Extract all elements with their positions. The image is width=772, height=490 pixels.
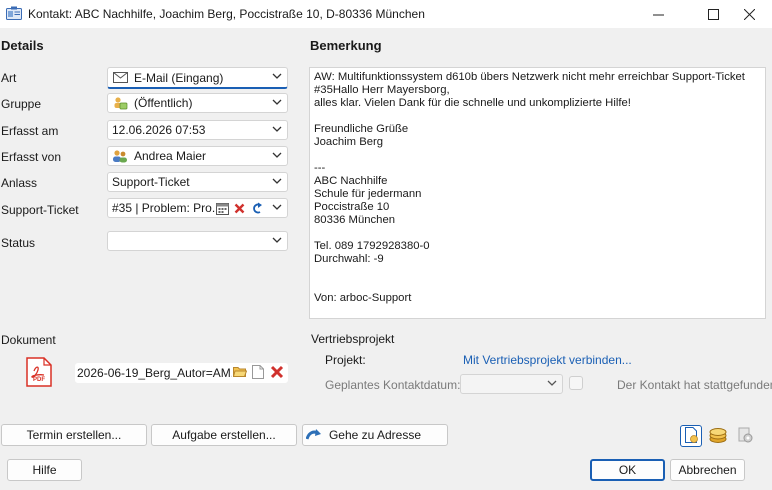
gehe-zu-adresse-label: Gehe zu Adresse bbox=[328, 428, 422, 442]
contact-card-icon bbox=[6, 6, 22, 20]
details-heading: Details bbox=[1, 38, 44, 53]
dokument-label: Dokument bbox=[1, 333, 56, 347]
new-note-button[interactable] bbox=[680, 425, 702, 447]
erfasst-am-date-picker[interactable]: 12.06.2026 07:53 bbox=[107, 120, 288, 140]
title-bar: Kontakt: ABC Nachhilfe, Joachim Berg, Po… bbox=[0, 0, 772, 28]
new-note-icon bbox=[683, 426, 699, 446]
projekt-link[interactable]: Mit Vertriebsprojekt verbinden... bbox=[463, 353, 632, 367]
erfasst-von-label: Erfasst von bbox=[1, 150, 62, 164]
support-ticket-select[interactable]: #35 | Problem: Pro... bbox=[107, 198, 288, 218]
anlass-label: Anlass bbox=[1, 176, 38, 190]
minimize-button[interactable] bbox=[635, 0, 681, 28]
kontaktdatum-date-picker[interactable] bbox=[460, 374, 563, 394]
aufgabe-erstellen-button[interactable]: Aufgabe erstellen... bbox=[151, 424, 297, 446]
termin-erstellen-button[interactable]: Termin erstellen... bbox=[1, 424, 147, 446]
stattgefunden-checkbox[interactable] bbox=[569, 376, 583, 390]
window-title: Kontakt: ABC Nachhilfe, Joachim Berg, Po… bbox=[28, 7, 425, 21]
chevron-down-icon bbox=[272, 202, 282, 215]
support-ticket-value: #35 | Problem: Pro... bbox=[112, 201, 216, 215]
erfasst-von-value: Andrea Maier bbox=[134, 149, 207, 163]
folder-open-icon[interactable] bbox=[232, 365, 248, 381]
status-select[interactable] bbox=[107, 231, 288, 251]
chevron-down-icon bbox=[272, 235, 282, 248]
pdf-badge: PDF bbox=[33, 377, 45, 383]
art-select[interactable]: E-Mail (Eingang) bbox=[107, 67, 288, 89]
remove-document-icon[interactable] bbox=[270, 365, 284, 382]
coins-button[interactable] bbox=[707, 425, 729, 447]
art-label: Art bbox=[1, 71, 17, 85]
erfasst-am-value: 12.06.2026 07:53 bbox=[112, 123, 206, 137]
erfasst-von-select[interactable]: Andrea Maier bbox=[107, 146, 288, 166]
gruppe-label: Gruppe bbox=[1, 97, 42, 111]
art-value: E-Mail (Eingang) bbox=[134, 70, 224, 85]
anlass-select[interactable]: Support-Ticket bbox=[107, 172, 288, 192]
projekt-label: Projekt: bbox=[325, 353, 366, 367]
bemerkung-textarea[interactable]: AW: Multifunktionssystem d610b übers Net… bbox=[309, 67, 766, 319]
hilfe-button[interactable]: Hilfe bbox=[7, 459, 82, 481]
chevron-down-icon bbox=[272, 124, 282, 137]
abbrechen-button[interactable]: Abbrechen bbox=[670, 459, 745, 481]
jump-to-icon[interactable] bbox=[251, 202, 263, 217]
chevron-down-icon bbox=[547, 378, 557, 391]
kontaktdatum-label: Geplantes Kontaktdatum: bbox=[325, 378, 461, 392]
dokument-filename: 2026-06-19_Berg_Autor=AM.pdf bbox=[77, 366, 232, 380]
delete-icon[interactable] bbox=[234, 203, 245, 217]
gruppe-select[interactable]: (Öffentlich) bbox=[107, 93, 288, 113]
chevron-down-icon bbox=[272, 150, 282, 163]
support-ticket-label: Support-Ticket bbox=[1, 203, 79, 217]
group-icon bbox=[112, 96, 128, 110]
gear-icon bbox=[736, 426, 754, 447]
bemerkung-heading: Bemerkung bbox=[310, 38, 382, 53]
envelope-icon bbox=[112, 71, 128, 85]
chevron-down-icon bbox=[272, 71, 282, 84]
goto-arrow-icon bbox=[305, 428, 322, 445]
new-document-icon[interactable] bbox=[252, 365, 264, 382]
erfasst-am-label: Erfasst am bbox=[1, 124, 59, 138]
calendar-icon[interactable] bbox=[216, 202, 229, 217]
status-label: Status bbox=[1, 236, 36, 250]
coins-icon bbox=[708, 426, 728, 447]
pdf-icon[interactable]: PDF bbox=[26, 357, 52, 387]
settings-button[interactable] bbox=[734, 425, 756, 447]
users-icon bbox=[112, 149, 128, 163]
stattgefunden-label: Der Kontakt hat stattgefunden bbox=[617, 378, 772, 392]
ok-button[interactable]: OK bbox=[590, 459, 665, 481]
gruppe-value: (Öffentlich) bbox=[134, 96, 193, 110]
vertriebsprojekt-heading: Vertriebsprojekt bbox=[311, 332, 395, 346]
chevron-down-icon bbox=[272, 176, 282, 189]
anlass-value: Support-Ticket bbox=[112, 175, 190, 189]
chevron-down-icon bbox=[272, 97, 282, 110]
close-button[interactable] bbox=[726, 0, 772, 28]
gehe-zu-adresse-button[interactable]: Gehe zu Adresse bbox=[302, 424, 448, 446]
